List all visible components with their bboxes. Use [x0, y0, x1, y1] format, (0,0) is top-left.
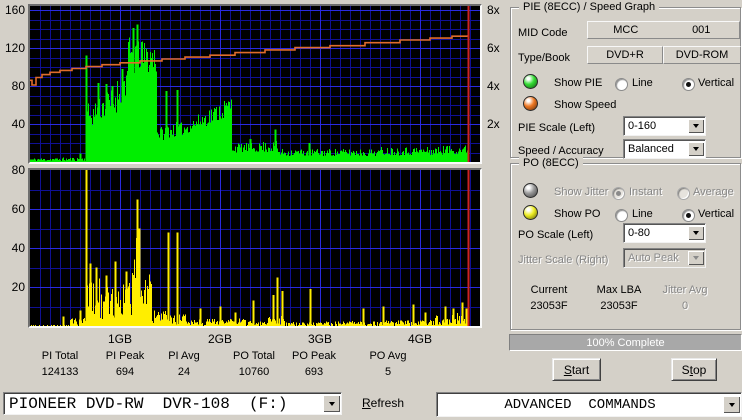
drive-select-value: PIONEER DVD-RW DVR-108 (F:)	[9, 394, 288, 413]
mid-code-field: MCC 001	[587, 21, 740, 39]
pie-scale-select[interactable]: 0-160	[623, 116, 706, 136]
axis-tick-label: 60	[11, 202, 25, 216]
max-lba-label: Max LBA	[596, 284, 642, 296]
chevron-down-icon[interactable]	[688, 119, 704, 133]
stat-value: 24	[177, 366, 191, 378]
jitter-scale-value: Auto Peak	[628, 252, 679, 264]
scan-progress-bar: 100% Complete	[509, 334, 742, 351]
jitter-avg-value: 0	[681, 300, 689, 312]
drive-select[interactable]: PIONEER DVD-RW DVR-108 (F:)	[3, 392, 342, 415]
current-value: 23053F	[530, 300, 568, 312]
jitter-average-label: Average	[693, 186, 734, 198]
po-scale-label: PO Scale (Left)	[518, 229, 594, 241]
axis-tick-label: 160	[4, 3, 25, 17]
po-line-radio[interactable]	[615, 209, 628, 222]
show-speed-led-icon[interactable]	[523, 96, 538, 111]
axis-tick-label: 2x	[487, 117, 500, 131]
stop-button-label: Stop	[681, 362, 707, 377]
advanced-commands-select[interactable]: ADVANCED COMMANDS	[436, 392, 742, 417]
current-label: Current	[530, 284, 568, 296]
book-type-field: DVD-ROM	[663, 46, 741, 64]
stop-button[interactable]: Stop	[671, 358, 717, 381]
stat-label: PO Avg	[369, 350, 407, 362]
jitter-scale-select: Auto Peak	[623, 248, 706, 268]
pie-vertical-radio[interactable]	[682, 78, 695, 91]
stat-po-peak: PO Peak 693	[278, 350, 350, 378]
max-lba-value: 23053F	[600, 300, 638, 312]
show-jitter-label: Show Jitter	[554, 186, 609, 198]
book-type-value: DVD-ROM	[675, 49, 729, 61]
axis-tick-label: 40	[11, 117, 25, 131]
axis-tick-label: 80	[11, 163, 25, 177]
po-panel: PO (8ECC) Show Jitter Instant Average Sh…	[510, 157, 741, 330]
start-button[interactable]: Start	[552, 358, 601, 381]
jitter-average-radio	[677, 187, 690, 200]
po-vertical-radio[interactable]	[682, 209, 695, 222]
show-jitter-led-icon	[523, 183, 538, 198]
pie-speed-graph	[28, 4, 482, 164]
pie-vertical-label: Vertical	[698, 77, 735, 89]
progress-text: 100% Complete	[586, 336, 665, 349]
po-vertical-label: Vertical	[698, 208, 735, 220]
stat-label: PO Peak	[291, 350, 337, 362]
axis-tick-label: 80	[11, 79, 25, 93]
pie-scale-value: 0-160	[628, 120, 657, 132]
jitter-instant-label: Instant	[629, 186, 663, 198]
axis-tick-label: 3GB	[307, 332, 332, 346]
stat-label: PI Avg	[168, 350, 200, 362]
jitter-instant-radio	[612, 187, 625, 200]
axis-tick-label: 1GB	[107, 332, 132, 346]
pie-panel-title: PIE (8ECC) / Speed Graph	[519, 1, 660, 13]
stat-label: PI Total	[41, 350, 79, 362]
show-pie-led-icon[interactable]	[523, 74, 538, 89]
show-po-led-icon[interactable]	[523, 205, 538, 220]
chevron-down-icon[interactable]	[688, 226, 704, 240]
speed-accuracy-select[interactable]: Balanced	[623, 139, 706, 159]
refresh-button[interactable]: Refresh	[362, 396, 404, 410]
axis-tick-label: 6x	[487, 41, 500, 55]
stat-value: 5	[384, 366, 392, 378]
pie-scale-label: PIE Scale (Left)	[518, 122, 596, 134]
chevron-down-icon[interactable]	[688, 142, 704, 156]
type-book-label: Type/Book	[518, 52, 570, 64]
advanced-commands-value: ADVANCED COMMANDS	[504, 396, 656, 413]
stat-po-avg: PO Avg 5	[352, 350, 424, 378]
jitter-scale-label: Jitter Scale (Right)	[518, 254, 609, 266]
po-graph	[28, 168, 482, 328]
axis-tick-label: 120	[4, 41, 25, 55]
show-pie-label: Show PIE	[554, 77, 603, 89]
start-button-label: Start	[563, 362, 590, 377]
axis-tick-label: 4x	[487, 79, 500, 93]
speed-accuracy-value: Balanced	[628, 143, 674, 155]
pie-speed-panel: PIE (8ECC) / Speed Graph MID Code MCC 00…	[510, 1, 741, 159]
disc-type-field: DVD+R	[587, 46, 663, 64]
jitter-avg-label: Jitter Avg	[662, 284, 708, 296]
axis-tick-label: 8x	[487, 3, 500, 17]
po-panel-title: PO (8ECC)	[519, 157, 583, 169]
disc-type-value: DVD+R	[606, 49, 644, 61]
scan-application-window: PIE (8ECC) / Speed Graph MID Code MCC 00…	[0, 0, 742, 420]
axis-tick-label: 4GB	[407, 332, 432, 346]
mid-code-number: 001	[692, 24, 711, 36]
chevron-down-icon[interactable]	[323, 395, 340, 412]
axis-tick-label: 40	[11, 241, 25, 255]
chevron-down-icon[interactable]	[723, 396, 740, 413]
pie-line-label: Line	[632, 77, 653, 89]
axis-tick-label: 2GB	[207, 332, 232, 346]
stat-pi-avg: PI Avg 24	[148, 350, 220, 378]
mid-code-vendor: MCC	[613, 24, 639, 36]
stat-pi-total: PI Total 124133	[24, 350, 96, 378]
stat-value: 693	[304, 366, 324, 378]
po-scale-select[interactable]: 0-80	[623, 223, 706, 243]
stat-value: 124133	[41, 366, 79, 378]
pie-line-radio[interactable]	[615, 78, 628, 91]
po-scale-value: 0-80	[628, 227, 651, 239]
chevron-down-icon	[688, 251, 704, 265]
show-speed-label: Show Speed	[554, 99, 617, 111]
po-line-label: Line	[632, 208, 653, 220]
mid-code-label: MID Code	[518, 27, 568, 39]
axis-tick-label: 20	[11, 280, 25, 294]
show-po-label: Show PO	[554, 208, 601, 220]
